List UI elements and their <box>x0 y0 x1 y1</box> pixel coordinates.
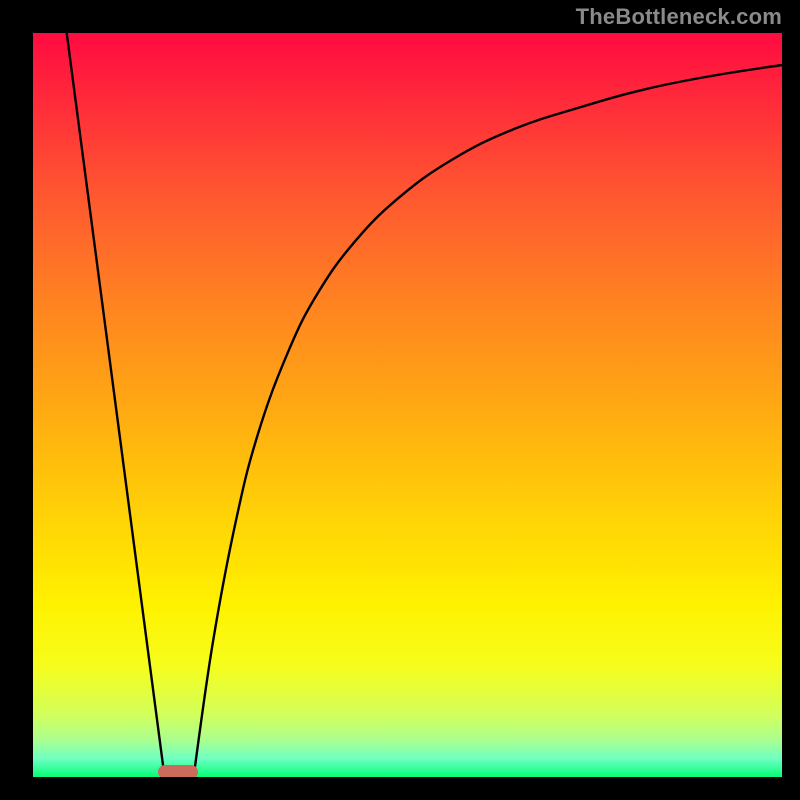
chart-frame: TheBottleneck.com <box>0 0 800 800</box>
left-leg-line <box>67 33 164 773</box>
minimum-marker <box>158 765 198 777</box>
curve-layer <box>33 33 782 777</box>
plot-area <box>33 33 782 777</box>
watermark-text: TheBottleneck.com <box>576 4 782 30</box>
right-curve-line <box>194 65 782 773</box>
